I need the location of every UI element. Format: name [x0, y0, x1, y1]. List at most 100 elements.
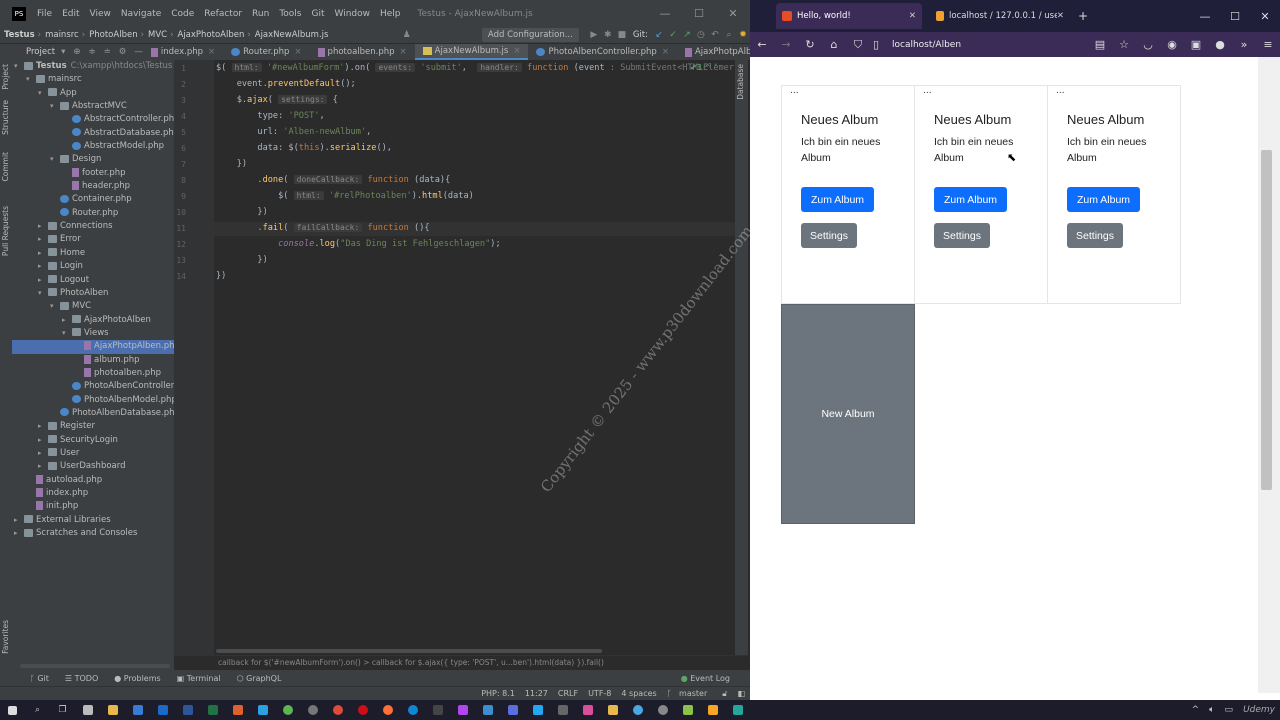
tree-item[interactable]: init.php	[12, 500, 174, 513]
project-scrollbar[interactable]	[20, 664, 170, 668]
breadcrumb-mvc[interactable]: MVC	[148, 30, 167, 40]
network-icon[interactable]: ▭	[1225, 705, 1234, 715]
menu-git[interactable]: Git	[311, 9, 324, 19]
tool-pull-requests-label[interactable]: Pull Requests	[1, 206, 10, 256]
menu-view[interactable]: View	[90, 9, 111, 19]
app-icon[interactable]	[550, 700, 575, 720]
task-view-icon[interactable]: ❐	[50, 700, 75, 720]
app-icon[interactable]	[650, 700, 675, 720]
tree-item[interactable]: footer.php	[12, 167, 174, 180]
app-icon[interactable]	[275, 700, 300, 720]
tray-chevron-icon[interactable]: ^	[1192, 705, 1200, 715]
settings-icon[interactable]: ✹	[736, 30, 750, 40]
tree-item[interactable]: ▸ External Libraries	[12, 514, 174, 527]
menu-navigate[interactable]: Navigate	[121, 9, 161, 19]
run-icon[interactable]: ▶	[587, 30, 601, 40]
home-icon[interactable]: ⌂	[822, 38, 846, 51]
lock-icon[interactable]: 🔓︎	[722, 689, 727, 699]
tool-favorites-label[interactable]: Favorites	[1, 620, 10, 654]
menu-refactor[interactable]: Refactor	[204, 9, 242, 19]
page-scrollbar-thumb[interactable]	[1261, 150, 1272, 490]
tool-commit-label[interactable]: Commit	[1, 152, 10, 181]
tree-item[interactable]: ▸ Logout	[12, 274, 174, 287]
debug-icon[interactable]: ✱	[601, 30, 615, 40]
shield-icon[interactable]: ⛉	[846, 38, 870, 52]
hide-panel-icon[interactable]: —	[134, 47, 143, 57]
breadcrumb-project[interactable]: Testus	[4, 30, 35, 40]
tree-item[interactable]: PhotoAlbenController.php	[12, 380, 174, 393]
chevron-down-icon[interactable]: ▾	[50, 153, 60, 166]
gear-icon[interactable]: ⚙	[119, 47, 127, 57]
chevron-down-icon[interactable]: ▾	[50, 100, 60, 113]
app-icon[interactable]	[625, 700, 650, 720]
tree-item[interactable]: PhotoAlbenModel.php	[12, 394, 174, 407]
tree-item[interactable]: ▸ Scratches and Consoles	[12, 527, 174, 540]
status-encoding[interactable]: UTF-8	[588, 689, 611, 698]
chevron-right-icon[interactable]: ▸	[38, 420, 48, 433]
menu-window[interactable]: Window	[335, 9, 371, 19]
horizontal-scrollbar[interactable]	[216, 649, 602, 653]
pocket-icon[interactable]: ◡	[1136, 38, 1160, 51]
tool-todo[interactable]: ☰ TODO	[65, 674, 98, 683]
tab-photoalbencontroller-php[interactable]: PhotoAlbenController.php ×	[528, 44, 676, 60]
forward-icon[interactable]: →	[774, 38, 798, 51]
app-icon[interactable]	[300, 700, 325, 720]
menu-edit[interactable]: Edit	[62, 9, 79, 19]
zum-album-button[interactable]: Zum Album	[801, 187, 874, 212]
user-icon[interactable]: ♟	[400, 30, 414, 40]
word-icon[interactable]	[175, 700, 200, 720]
reload-icon[interactable]: ↻	[798, 38, 822, 51]
tool-graphql[interactable]: ⬡ GraphQL	[237, 674, 282, 683]
tree-item[interactable]: ▾ App	[12, 87, 174, 100]
app-icon[interactable]	[675, 700, 700, 720]
history-icon[interactable]: ◷	[694, 30, 708, 40]
chevron-right-icon[interactable]: ▸	[14, 527, 24, 540]
collapse-all-icon[interactable]: ≐	[104, 47, 111, 57]
new-album-button[interactable]: New Album	[781, 304, 915, 524]
app-icon[interactable]	[700, 700, 725, 720]
menu-tools[interactable]: Tools	[279, 9, 301, 19]
browser-tab-phpmyadmin[interactable]: localhost / 127.0.0.1 / usersude ✕	[930, 3, 1070, 29]
url-bar[interactable]: localhost/Alben	[892, 40, 961, 50]
new-tab-icon[interactable]: +	[1078, 9, 1088, 23]
tree-item[interactable]: autoload.php	[12, 474, 174, 487]
menu-help[interactable]: Help	[380, 9, 401, 19]
chevron-right-icon[interactable]: ▸	[38, 460, 48, 473]
reader-view-icon[interactable]: ▤	[1088, 38, 1112, 51]
extension-2-icon[interactable]: ▣	[1184, 38, 1208, 51]
tree-item[interactable]: ▾ Testus C:\xampp\htdocs\Testus	[12, 60, 174, 73]
menu-file[interactable]: File	[37, 9, 52, 19]
tree-item[interactable]: header.php	[12, 180, 174, 193]
settings-button[interactable]: Settings	[934, 223, 990, 248]
outlook-icon[interactable]	[150, 700, 175, 720]
status-line-separator[interactable]: CRLF	[558, 689, 578, 698]
close-tab-icon[interactable]: ✕	[1057, 11, 1064, 21]
close-window-icon[interactable]: ✕	[1250, 10, 1280, 23]
chevron-down-icon[interactable]: ▾	[38, 87, 48, 100]
memory-icon[interactable]: ◧	[737, 689, 745, 698]
tab-ajaxnewalbum-js[interactable]: AjaxNewAlbum.js ×	[414, 44, 529, 60]
inspection-widget[interactable]: ✔3 ^ ˅	[690, 63, 718, 72]
tree-item[interactable]: Container.php	[12, 193, 174, 206]
close-tab-icon[interactable]: ×	[294, 47, 301, 57]
chevron-right-icon[interactable]: ▸	[38, 434, 48, 447]
browser-tab-hello-world[interactable]: Hello, world! ✕	[776, 3, 922, 29]
firefox-icon[interactable]	[375, 700, 400, 720]
phpstorm-icon[interactable]	[450, 700, 475, 720]
tab-photoalben-php[interactable]: photoalben.php ×	[310, 44, 415, 60]
chevron-right-icon[interactable]: ▸	[38, 220, 48, 233]
chevron-down-icon[interactable]: ▾	[38, 287, 48, 300]
chevron-down-icon[interactable]: ▾	[14, 60, 24, 73]
tree-item[interactable]: ▸ User	[12, 447, 174, 460]
app-icon[interactable]	[425, 700, 450, 720]
git-update-icon[interactable]: ↙	[652, 30, 666, 40]
project-label[interactable]: Project	[26, 47, 55, 57]
search-icon[interactable]: ⌕	[25, 700, 50, 720]
tree-item[interactable]: ▸ Login	[12, 260, 174, 273]
chevron-right-icon[interactable]: ▸	[38, 274, 48, 287]
app-icon[interactable]	[125, 700, 150, 720]
breadcrumb-photoalben[interactable]: PhotoAlben	[89, 30, 137, 40]
chevron-down-icon[interactable]: ▾	[62, 327, 72, 340]
status-php-version[interactable]: PHP: 8.1	[481, 689, 515, 698]
excel-icon[interactable]	[200, 700, 225, 720]
